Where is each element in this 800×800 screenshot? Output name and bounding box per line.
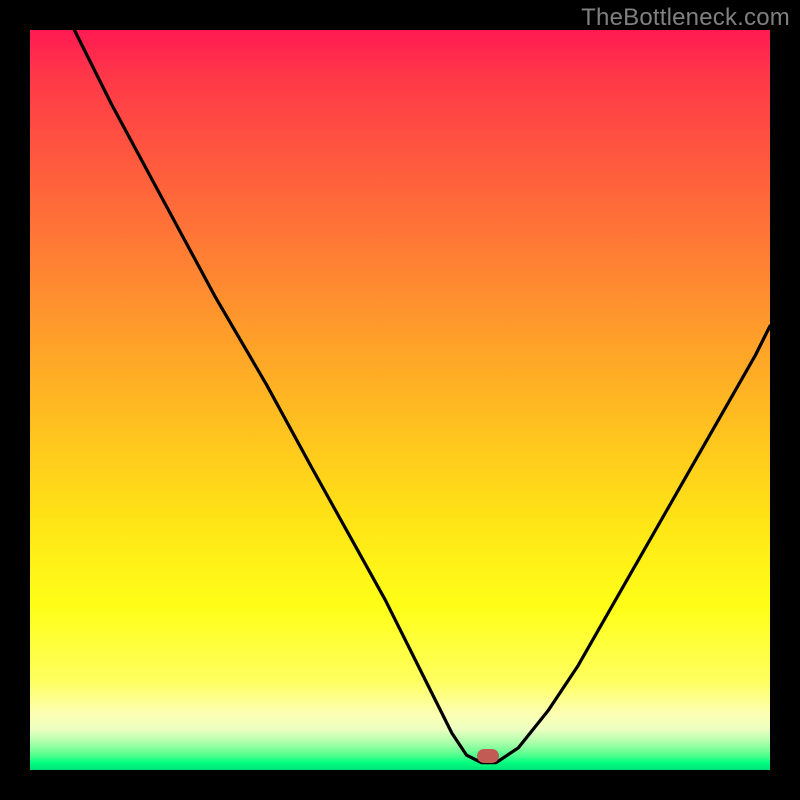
optimal-point-marker xyxy=(477,749,499,763)
watermark-text: TheBottleneck.com xyxy=(581,4,790,32)
bottleneck-curve xyxy=(30,30,770,770)
plot-area xyxy=(30,30,770,770)
chart-frame: TheBottleneck.com xyxy=(0,0,800,800)
